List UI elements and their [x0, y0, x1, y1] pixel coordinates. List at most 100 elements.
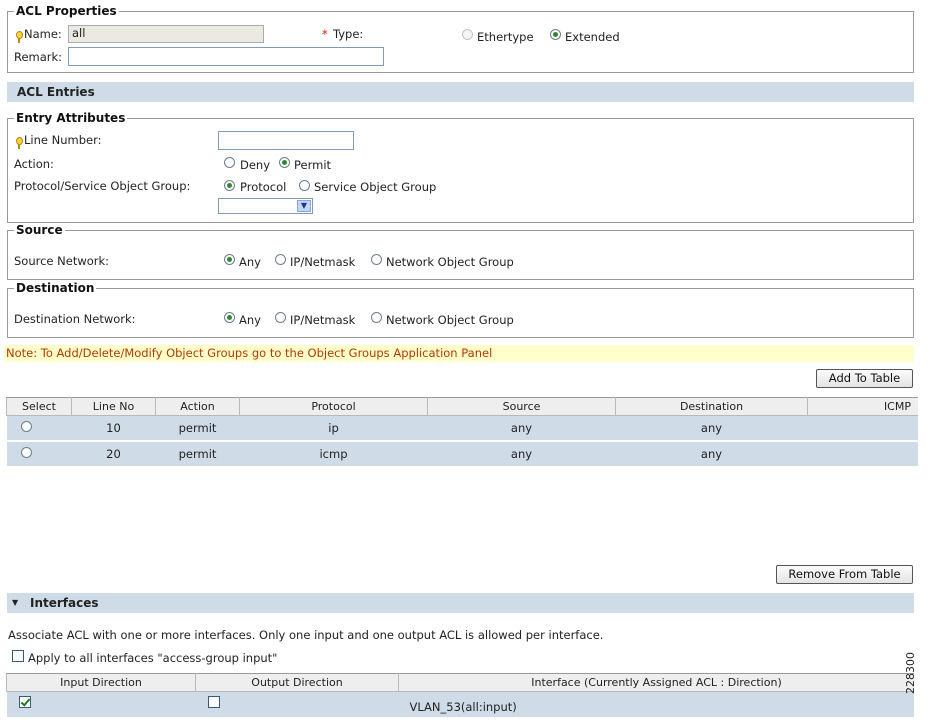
line-number-label: Line Number:	[16, 133, 102, 149]
interfaces-description: Associate ACL with one or more interface…	[8, 628, 604, 642]
protocol-cell: icmp	[239, 441, 428, 468]
source-ip-netmask-label: IP/Netmask	[290, 255, 356, 269]
destination-legend: Destination	[14, 281, 97, 295]
source-network-object-group-label: Network Object Group	[386, 255, 514, 269]
destination-any-radio[interactable]	[224, 312, 235, 323]
interfaces-header[interactable]: ▼ Interfaces	[7, 593, 914, 613]
source-cell: any	[427, 441, 616, 468]
collapse-triangle-icon[interactable]: ▼	[12, 593, 18, 613]
row-select-cell	[6, 441, 72, 468]
type-ethertype-radio[interactable]	[462, 29, 473, 40]
column-header-destination[interactable]: Destination	[615, 397, 808, 416]
column-header-protocol[interactable]: Protocol	[239, 397, 428, 416]
row-select-cell	[6, 415, 72, 442]
acl-entries-title: ACL Entries	[17, 85, 95, 99]
figure-id: 228300	[904, 652, 917, 694]
source-any-radio[interactable]	[224, 254, 235, 265]
name-label-text: Name:	[24, 27, 62, 41]
entries-table: Select Line No Action Protocol Source De…	[6, 397, 918, 468]
destination-cell: any	[615, 441, 808, 468]
acl-properties-legend: ACL Properties	[14, 4, 119, 18]
destination-cell: any	[615, 415, 808, 442]
destination-any-label: Any	[239, 313, 261, 327]
key-icon	[16, 137, 23, 149]
name-label: Name:	[16, 27, 62, 43]
column-header-output-direction[interactable]: Output Direction	[195, 673, 399, 692]
source-legend: Source	[14, 223, 65, 237]
protocol-dropdown[interactable]: ▼	[218, 198, 313, 214]
type-extended-label: Extended	[565, 30, 620, 44]
column-header-input-direction[interactable]: Input Direction	[6, 673, 196, 692]
remark-input[interactable]	[68, 47, 384, 66]
icmp-cell	[807, 441, 918, 468]
apply-all-interfaces-label: Apply to all interfaces "access-group in…	[28, 651, 278, 665]
protocol-radio[interactable]	[224, 180, 235, 191]
type-required-mark: *	[322, 27, 328, 41]
destination-network-object-group-radio[interactable]	[371, 312, 382, 323]
column-header-interface[interactable]: Interface (Currently Assigned ACL : Dire…	[398, 673, 914, 692]
action-cell: permit	[155, 441, 240, 468]
line-number-input[interactable]	[218, 131, 354, 150]
key-icon	[16, 31, 23, 43]
column-header-line-no[interactable]: Line No	[71, 397, 156, 416]
service-object-group-label: Service Object Group	[314, 180, 437, 194]
interface-name: VLAN_53(all:input)	[409, 699, 517, 714]
table-row[interactable]: 20 permit icmp any any	[6, 441, 918, 468]
acl-entries-header: ACL Entries	[7, 82, 914, 102]
chevron-down-icon[interactable]: ▼	[297, 200, 311, 212]
name-input[interactable]: all	[68, 25, 264, 43]
action-deny-radio[interactable]	[224, 157, 235, 168]
destination-network-object-group-label: Network Object Group	[386, 313, 514, 327]
row-select-radio[interactable]	[20, 421, 32, 432]
action-permit-radio[interactable]	[279, 157, 290, 168]
protocol-radio-label: Protocol	[240, 180, 287, 194]
table-row[interactable]: VLAN_53(all:input)	[6, 691, 914, 717]
destination-ip-netmask-radio[interactable]	[275, 312, 286, 323]
service-object-group-radio[interactable]	[299, 180, 310, 191]
interfaces-table: Input Direction Output Direction Interfa…	[6, 673, 914, 717]
action-label: Action:	[14, 157, 54, 171]
type-label: Type:	[333, 27, 364, 41]
column-header-select[interactable]: Select	[6, 397, 72, 416]
entry-attributes-legend: Entry Attributes	[14, 111, 128, 125]
table-row[interactable]: 10 permit ip any any	[6, 415, 918, 442]
entries-table-header: Select Line No Action Protocol Source De…	[6, 397, 918, 416]
line-no-cell: 20	[71, 441, 156, 468]
destination-network-label: Destination Network:	[14, 312, 136, 326]
add-to-table-button[interactable]: Add To Table	[816, 369, 913, 388]
icmp-cell	[807, 415, 918, 442]
column-header-source[interactable]: Source	[427, 397, 616, 416]
source-network-object-group-radio[interactable]	[371, 254, 382, 265]
interface-cell: VLAN_53(all:input)	[398, 691, 914, 717]
type-ethertype-label: Ethertype	[477, 30, 534, 44]
apply-all-interfaces-checkbox[interactable]	[12, 650, 24, 662]
remark-label: Remark:	[14, 50, 63, 64]
interfaces-table-header: Input Direction Output Direction Interfa…	[6, 673, 914, 692]
source-network-label: Source Network:	[14, 254, 110, 268]
interfaces-table-area: Input Direction Output Direction Interfa…	[6, 673, 914, 717]
protocol-cell: ip	[239, 415, 428, 442]
action-permit-label: Permit	[294, 158, 332, 172]
output-direction-checkbox[interactable]	[207, 696, 220, 708]
protocol-group-label: Protocol/Service Object Group:	[14, 179, 191, 193]
input-direction-checkbox[interactable]	[18, 696, 31, 708]
object-groups-note-text: Note: To Add/Delete/Modify Object Groups…	[6, 346, 493, 360]
column-header-action[interactable]: Action	[155, 397, 240, 416]
row-select-radio[interactable]	[20, 447, 32, 458]
type-extended-radio[interactable]	[550, 29, 561, 40]
destination-ip-netmask-label: IP/Netmask	[290, 313, 356, 327]
source-cell: any	[427, 415, 616, 442]
object-groups-note: Note: To Add/Delete/Modify Object Groups…	[4, 345, 914, 362]
entry-attributes-group: Entry Attributes	[7, 111, 914, 223]
action-deny-label: Deny	[240, 158, 271, 172]
line-no-cell: 10	[71, 415, 156, 442]
input-direction-cell	[6, 691, 196, 717]
source-any-label: Any	[239, 255, 261, 269]
remove-from-table-button[interactable]: Remove From Table	[776, 565, 913, 584]
interfaces-title: Interfaces	[30, 596, 99, 610]
line-number-label-text: Line Number:	[24, 133, 102, 147]
entries-table-area: Select Line No Action Protocol Source De…	[6, 397, 918, 472]
column-header-icmp[interactable]: ICMP	[807, 397, 918, 416]
output-direction-cell	[195, 691, 399, 717]
source-ip-netmask-radio[interactable]	[275, 254, 286, 265]
